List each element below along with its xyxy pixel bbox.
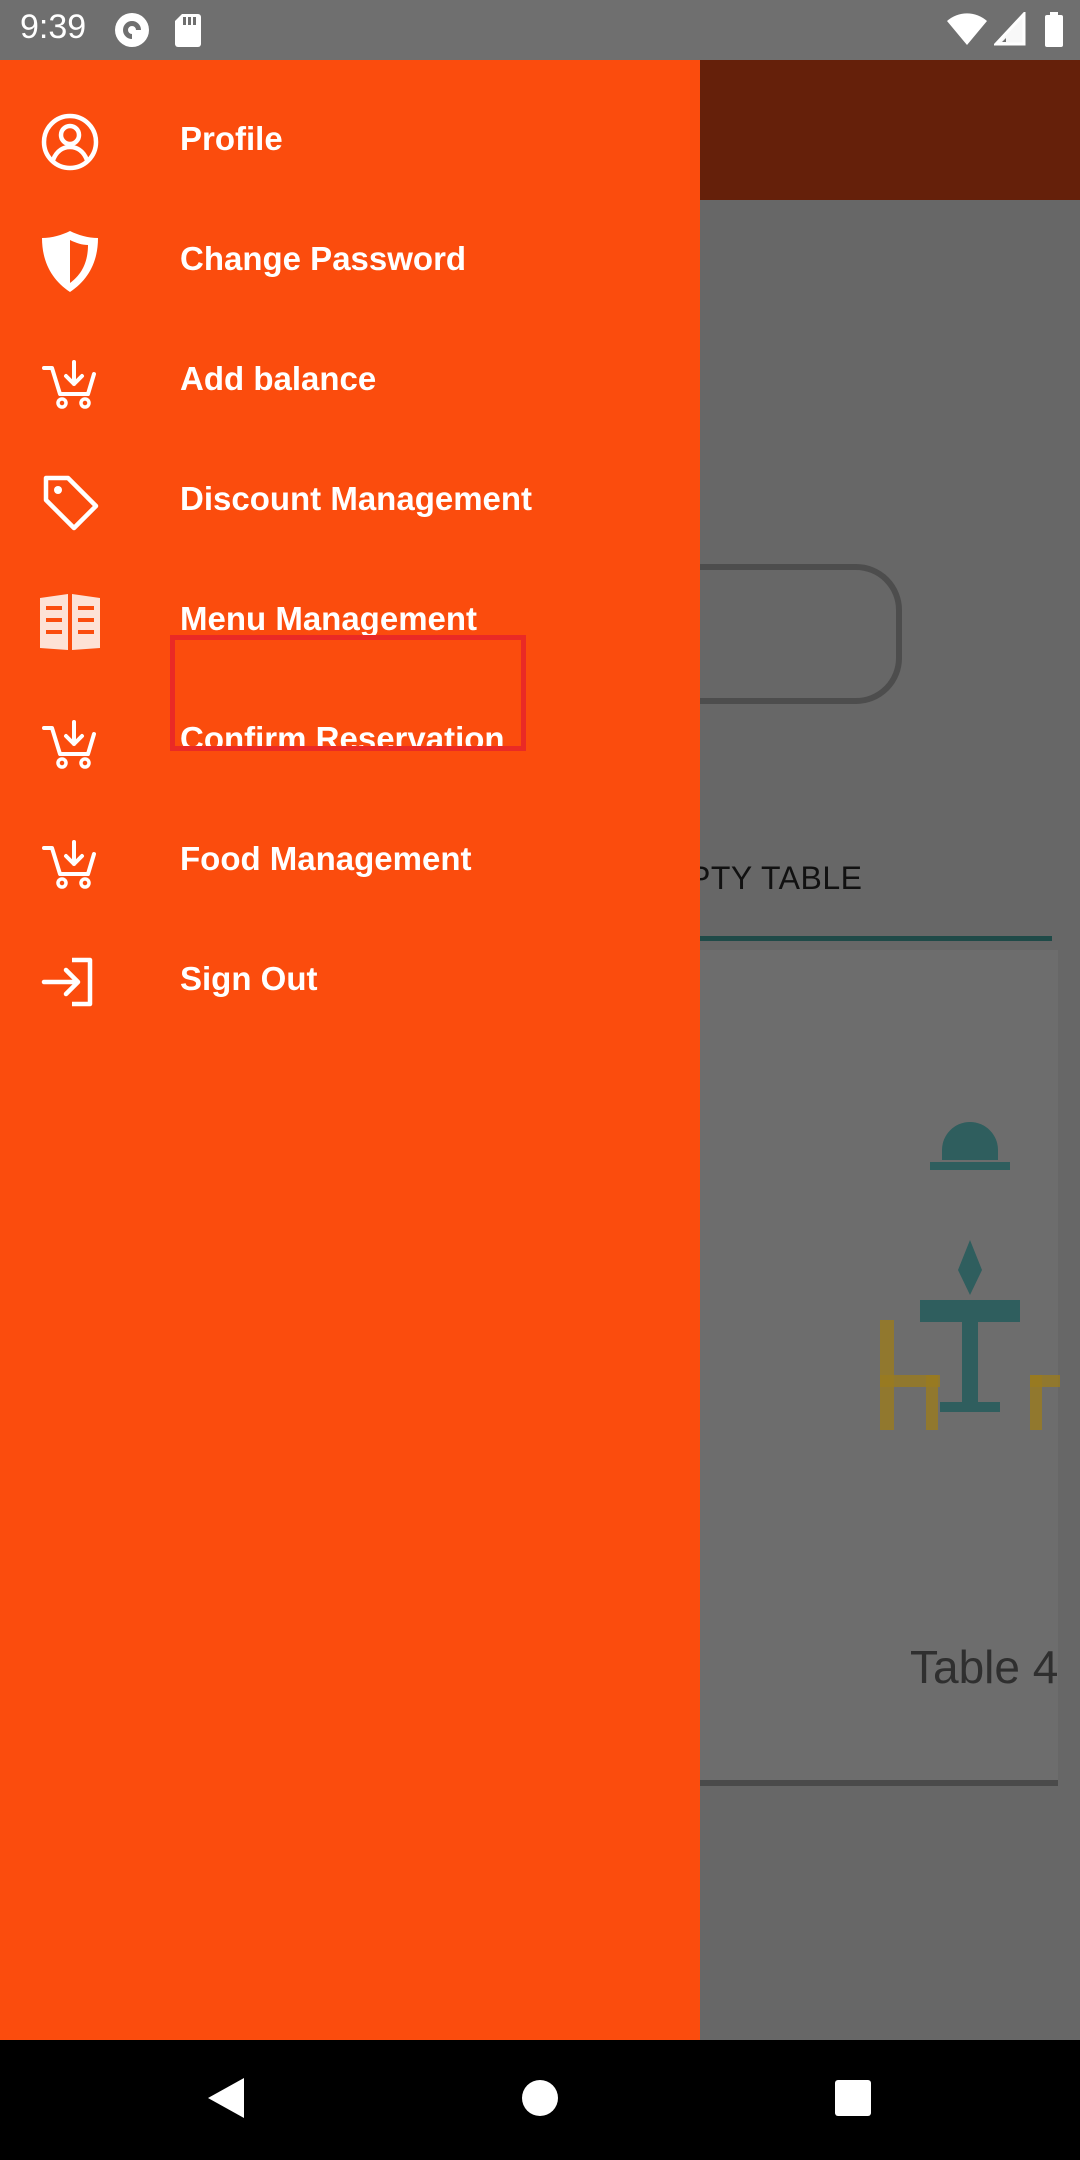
drawer-item-add-balance[interactable]: Add balance <box>0 320 700 440</box>
shield-icon <box>42 231 98 292</box>
navigation-drawer: Profile Change Password Add balance Disc… <box>0 60 700 2040</box>
highlight-box <box>170 635 526 751</box>
tag-icon <box>43 475 99 531</box>
pocket-casts-icon <box>115 13 149 47</box>
system-nav-bar <box>0 2040 1080 2160</box>
recents-icon[interactable] <box>832 2068 874 2128</box>
drawer-item-sign-out[interactable]: Sign Out <box>0 920 700 1040</box>
back-icon[interactable] <box>200 2068 252 2128</box>
dining-table-icon <box>880 1122 1060 1430</box>
drawer-item-discount-management[interactable]: Discount Management <box>0 440 700 560</box>
drawer-item-profile[interactable]: Profile <box>0 80 700 200</box>
drawer-item-label: Sign Out <box>180 960 318 997</box>
drawer-item-label: Food Management <box>180 840 472 877</box>
table-label: Table 4 <box>910 1641 1059 1693</box>
drawer-item-label: Profile <box>180 120 283 157</box>
cart-add-icon <box>42 720 96 769</box>
sd-card-icon <box>175 14 201 47</box>
drawer-item-change-password[interactable]: Change Password <box>0 200 700 320</box>
drawer-item-label: Add balance <box>180 360 377 397</box>
status-bar: 9:39 <box>0 0 1080 60</box>
drawer-item-label: Menu Management <box>180 600 478 637</box>
sign-out-icon <box>41 957 93 1007</box>
battery-icon <box>1045 12 1063 47</box>
wifi-icon <box>947 13 987 46</box>
drawer-item-label: Change Password <box>180 240 467 277</box>
home-icon[interactable] <box>518 2068 562 2128</box>
cart-add-icon <box>42 360 96 409</box>
cart-add-icon <box>42 840 96 889</box>
status-time: 9:39 <box>20 8 87 46</box>
signal-icon <box>994 12 1026 46</box>
drawer-item-food-management[interactable]: Food Management <box>0 800 700 920</box>
drawer-item-label: Discount Management <box>180 480 533 517</box>
profile-icon <box>41 113 99 171</box>
menu-book-icon <box>40 594 100 650</box>
